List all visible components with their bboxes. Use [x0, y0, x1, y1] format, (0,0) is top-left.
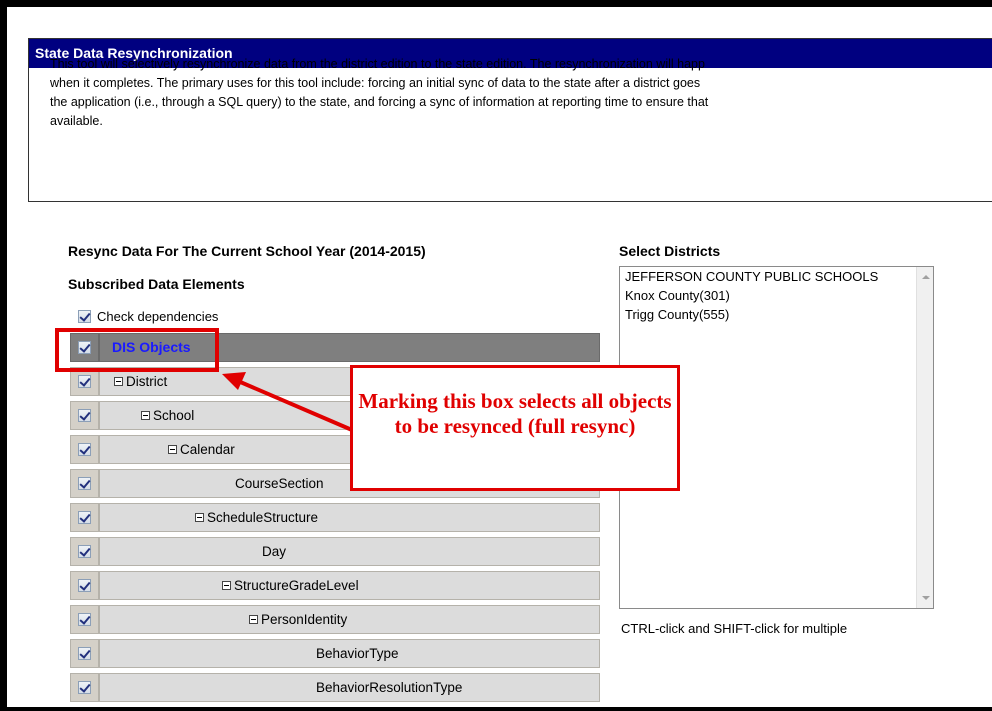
tree-row: StructureGradeLevel	[70, 571, 600, 600]
tree-row: Day	[70, 537, 600, 566]
panel-description: This tool will selectively resynchronize…	[50, 57, 709, 128]
select-districts-title: Select Districts	[619, 243, 721, 259]
collapse-toggle-icon[interactable]	[141, 410, 150, 420]
tree-checkbox[interactable]	[78, 443, 91, 456]
tree-item-label: CourseSection	[235, 476, 324, 491]
collapse-toggle-icon[interactable]	[114, 376, 123, 386]
tree-checkbox-cell[interactable]	[70, 571, 99, 600]
window-frame-top	[0, 0, 992, 7]
window-frame-bottom	[0, 707, 992, 711]
listbox-scrollbar[interactable]	[916, 267, 933, 608]
resync-title: Resync Data For The Current School Year …	[68, 243, 426, 259]
collapse-toggle-icon[interactable]	[168, 444, 177, 454]
tree-checkbox-cell[interactable]	[70, 673, 99, 702]
tree-row: PersonIdentity	[70, 605, 600, 634]
subscribed-title: Subscribed Data Elements	[68, 276, 245, 292]
tree-item-label: Calendar	[180, 442, 235, 457]
tree-checkbox[interactable]	[78, 579, 91, 592]
tree-checkbox[interactable]	[78, 545, 91, 558]
tree-checkbox-cell[interactable]	[70, 503, 99, 532]
tree-label-cell: BehaviorType	[99, 639, 600, 668]
tree-checkbox[interactable]	[78, 613, 91, 626]
tree-checkbox-cell[interactable]	[70, 537, 99, 566]
tree-item-label: StructureGradeLevel	[234, 578, 359, 593]
check-dependencies-checkbox[interactable]	[78, 310, 91, 323]
tree-checkbox-cell[interactable]	[70, 605, 99, 634]
district-option[interactable]: Trigg County(555)	[620, 305, 912, 324]
tree-checkbox[interactable]	[78, 477, 91, 490]
tree-label-cell: ScheduleStructure	[99, 503, 600, 532]
tree-label-cell: Day	[99, 537, 600, 566]
tree-label-cell: BehaviorResolutionType	[99, 673, 600, 702]
check-dependencies[interactable]: Check dependencies	[78, 309, 218, 324]
district-option[interactable]: JEFFERSON COUNTY PUBLIC SCHOOLS	[620, 267, 912, 286]
tree-checkbox[interactable]	[78, 375, 91, 388]
tree-item-label: ScheduleStructure	[207, 510, 319, 525]
tree-row: BehaviorType	[70, 639, 600, 668]
highlight-box	[55, 328, 219, 372]
collapse-toggle-icon[interactable]	[222, 580, 231, 590]
tree-checkbox[interactable]	[78, 647, 91, 660]
tree-row: ScheduleStructure	[70, 503, 600, 532]
tree-checkbox[interactable]	[78, 409, 91, 422]
tree-checkbox-cell[interactable]	[70, 401, 99, 430]
tree-label-cell: StructureGradeLevel	[99, 571, 600, 600]
tree-checkbox[interactable]	[78, 681, 91, 694]
scroll-up-icon[interactable]	[922, 275, 930, 279]
tree-item-label: School	[153, 408, 195, 423]
tree-item-label: Day	[262, 544, 287, 559]
tree-item-label: PersonIdentity	[261, 612, 348, 627]
collapse-toggle-icon[interactable]	[195, 512, 204, 522]
tree-row: BehaviorResolutionType	[70, 673, 600, 702]
tree-item-label: BehaviorResolutionType	[316, 680, 463, 695]
tree-checkbox-cell[interactable]	[70, 639, 99, 668]
window-frame-left	[0, 0, 7, 711]
check-dependencies-label: Check dependencies	[97, 309, 219, 324]
callout-annotation: Marking this box selects all objects to …	[350, 365, 680, 491]
tree-checkbox-cell[interactable]	[70, 435, 99, 464]
tree-checkbox[interactable]	[78, 511, 91, 524]
multi-select-hint: CTRL-click and SHIFT-click for multiple	[621, 621, 848, 636]
tree-checkbox-cell[interactable]	[70, 469, 99, 498]
tree-label-cell: PersonIdentity	[99, 605, 600, 634]
tree-item-label: BehaviorType	[316, 646, 399, 661]
district-option[interactable]: Knox County(301)	[620, 286, 912, 305]
collapse-toggle-icon[interactable]	[249, 614, 258, 624]
tree-item-label: District	[126, 374, 168, 389]
scroll-down-icon[interactable]	[922, 596, 930, 600]
